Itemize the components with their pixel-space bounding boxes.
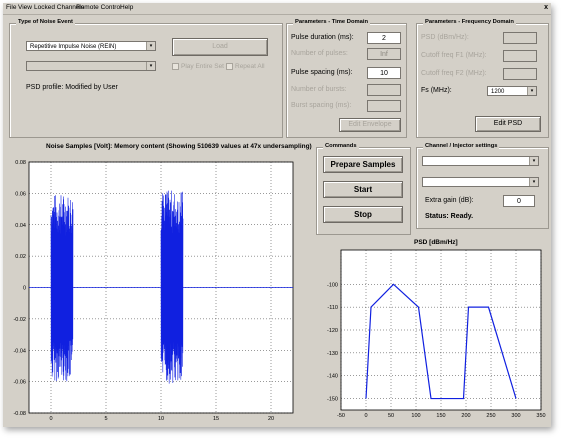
pulse-duration-input[interactable]: 2 [367,32,401,44]
freq-domain-title: Parameters - Frequency Domain [423,19,516,25]
y-tick-label: -100 [327,282,338,288]
channel-select[interactable]: ▾ [422,156,539,166]
commands-title: Commands [323,143,359,149]
menu-bar: File View Locked Channels Remote Control… [3,3,551,15]
cutoff-f2-input[interactable] [503,68,537,80]
checkbox-box [172,63,179,70]
noise-plot-title: Noise Samples [Volt]: Memory content (Sh… [46,143,312,150]
x-tick-label: 50 [388,413,394,419]
psd-chart: -50 0 50 100 150 200 250 300 350 -100 -110 -120 -130… [327,249,546,419]
y-tick-label: -130 [327,351,338,357]
y-tick-label: -140 [327,374,338,380]
y-tick-label: 0.02 [15,254,26,260]
y-tick-label: -0.08 [13,411,26,417]
chevron-down-icon: ▾ [529,178,538,186]
y-tick-label: -120 [327,328,338,334]
x-tick-label: 20 [268,416,274,422]
fs-label: Fs (MHz): [421,87,452,94]
x-tick-label: 150 [436,413,445,419]
x-tick-label: 0 [49,416,52,422]
num-bursts-input[interactable] [367,84,401,96]
stop-button[interactable]: Stop [323,206,403,223]
close-icon[interactable]: x [544,4,548,11]
edit-envelope-button[interactable]: Edit Envelope [339,118,401,132]
y-tick-label: 0.06 [15,191,26,197]
time-domain-group: Parameters - Time Domain Pulse duration … [286,19,407,138]
burst-spacing-input[interactable] [367,100,401,112]
psd-profile-text: PSD profile: Modified by User [26,84,118,91]
y-tick-label: -0.06 [13,380,26,386]
x-tick-label: 15 [213,416,219,422]
x-tick-label: 350 [536,413,545,419]
channel-title: Channel / Injector settings [423,143,500,149]
repeat-all-label: Repeat All [235,63,265,71]
menu-file[interactable]: File [6,4,16,11]
checkbox-box [226,63,233,70]
freq-domain-group: Parameters - Frequency Domain PSD (dBm/H… [416,19,549,138]
menu-view[interactable]: View [18,4,32,11]
pulse-spacing-label: Pulse spacing (ms): [291,69,353,76]
noise-event-group: Type of Noise Event Repetitive Impulse N… [9,19,283,138]
prepare-samples-button[interactable]: Prepare Samples [323,156,403,173]
y-tick-label: -0.04 [13,348,26,354]
menu-help[interactable]: Help [120,4,133,11]
y-tick-label: -150 [327,397,338,403]
pulse-spacing-input[interactable]: 10 [367,67,401,79]
x-tick-label: 250 [486,413,495,419]
chevron-down-icon: ▾ [146,62,155,70]
y-tick-label: -0.02 [13,317,26,323]
burst-spacing-label: Burst spacing (ms): [291,102,352,109]
play-entire-set-label: Play Entire Set [181,63,224,71]
cutoff-f1-input[interactable] [503,50,537,62]
num-pulses-input[interactable]: Inf [367,48,401,60]
x-tick-label: 100 [411,413,420,419]
psd-level-label: PSD (dBm/Hz): [421,34,469,41]
x-tick-label: 300 [511,413,520,419]
y-tick-label: 0.04 [15,223,26,229]
x-tick-label: 10 [158,416,164,422]
channel-group: Channel / Injector settings ▾ ▾ Extra ga… [416,143,549,229]
psd-plot-title: PSD [dBm/Hz] [414,239,458,246]
load-button[interactable]: Load [172,38,268,56]
injector-select[interactable]: ▾ [422,177,539,187]
fs-select[interactable]: 1200 ▾ [487,86,537,96]
noise-event-title: Type of Noise Event [16,19,75,25]
extra-gain-label: Extra gain (dB): [425,197,474,204]
x-tick-label: 200 [461,413,470,419]
extra-gain-input[interactable]: 0 [503,195,535,207]
y-tick-label: 0 [23,286,26,292]
y-tick-label: -110 [327,305,338,311]
menu-remote-control[interactable]: Remote Control [76,4,122,11]
cutoff-f1-label: Cutoff freq F1 (MHz): [421,52,487,59]
edit-psd-button[interactable]: Edit PSD [475,116,541,132]
chevron-down-icon: ▾ [527,87,536,95]
cutoff-f2-label: Cutoff freq F2 (MHz): [421,70,487,77]
noise-samples-chart: 0 5 10 15 20 0.08 0.06 0.04 0.02 0 -0.02 -0.04 -0.06… [13,160,294,422]
time-domain-title: Parameters - Time Domain [293,19,371,25]
y-tick-label: 0.08 [15,160,26,166]
status-text: Status: Ready. [425,213,474,220]
app-window: File View Locked Channels Remote Control… [3,3,551,427]
play-entire-set-checkbox[interactable]: Play Entire Set [172,63,224,70]
x-tick-label: -50 [337,413,345,419]
x-tick-label: 0 [364,413,367,419]
chevron-down-icon: ▾ [146,42,155,50]
start-button[interactable]: Start [323,181,403,198]
num-pulses-label: Number of pulses: [291,50,348,57]
noise-subtype-select[interactable]: ▾ [26,61,156,71]
pulse-duration-label: Pulse duration (ms): [291,34,354,41]
num-bursts-label: Number of bursts: [291,86,347,93]
fs-value: 1200 [491,89,505,95]
x-tick-label: 5 [104,416,107,422]
psd-level-input[interactable] [503,32,537,44]
chevron-down-icon: ▾ [529,157,538,165]
noise-type-value: Repetitive Impulse Noise (REIN) [30,44,117,50]
commands-group: Commands Prepare Samples Start Stop [316,143,411,235]
repeat-all-checkbox[interactable]: Repeat All [226,63,265,70]
noise-type-select[interactable]: Repetitive Impulse Noise (REIN) ▾ [26,41,156,51]
